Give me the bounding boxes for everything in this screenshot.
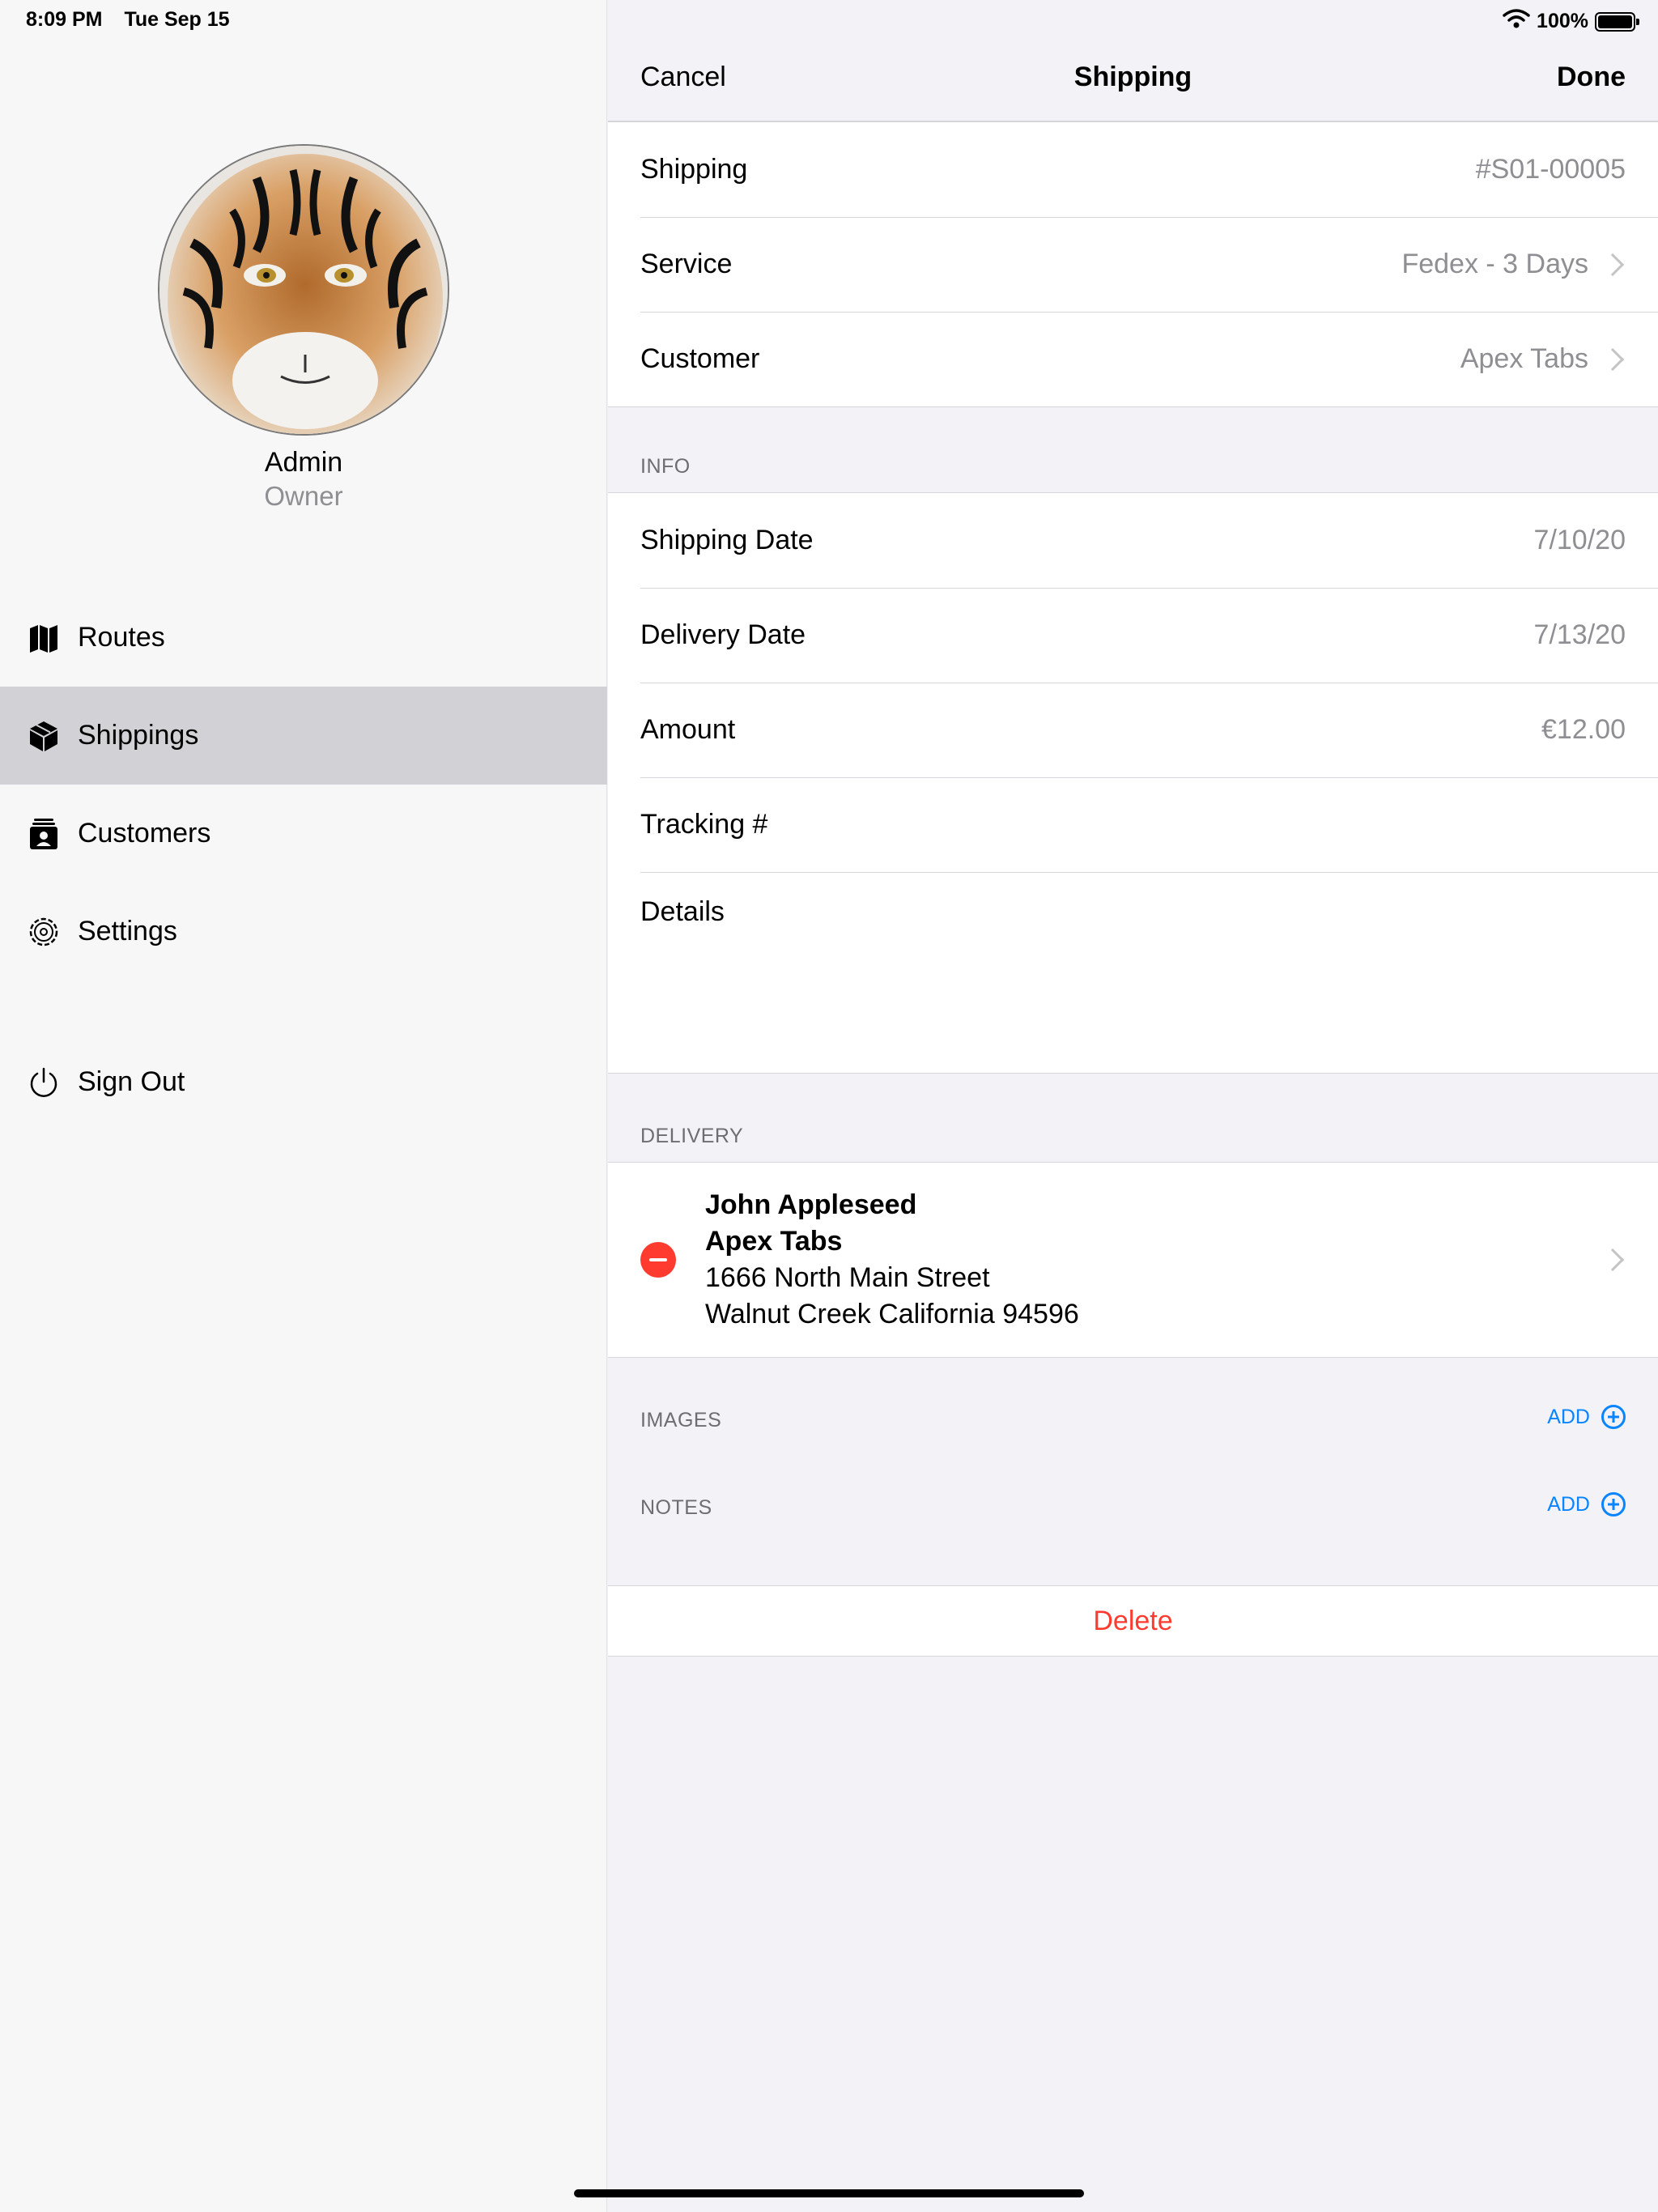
delivery-date-value: 7/13/20	[1533, 619, 1626, 650]
status-bar-right: 100%	[1503, 8, 1639, 35]
add-image-label: ADD	[1547, 1405, 1590, 1428]
delivery-street: 1666 North Main Street	[705, 1262, 990, 1293]
status-date: Tue Sep 15	[124, 8, 230, 31]
gear-icon	[26, 914, 62, 950]
sidebar-item-label: Shippings	[78, 720, 199, 751]
plus-circle-icon	[1601, 1492, 1626, 1516]
shipping-date-row[interactable]: Shipping Date 7/10/20	[608, 493, 1658, 588]
delivery-section-header: DELIVERY	[640, 1125, 744, 1147]
delivery-company: Apex Tabs	[705, 1226, 843, 1257]
delivery-address-row[interactable]: John Appleseed Apex Tabs 1666 North Main…	[608, 1163, 1658, 1357]
delivery-contact-name: John Appleseed	[705, 1189, 917, 1220]
sidebar-item-label: Customers	[78, 818, 211, 849]
sidebar-item-shippings[interactable]: Shippings	[0, 687, 607, 785]
done-button[interactable]: Done	[1557, 62, 1626, 93]
status-time: 8:09 PM	[26, 8, 103, 31]
shipping-date-value: 7/10/20	[1533, 525, 1626, 555]
tiger-avatar-image	[159, 146, 448, 434]
chevron-right-icon	[1601, 347, 1625, 371]
home-indicator[interactable]	[574, 2189, 1084, 2197]
row-label: Amount	[640, 714, 736, 745]
tracking-number-field[interactable]: Tracking #	[608, 777, 1658, 872]
chevron-right-icon	[1601, 1248, 1625, 1272]
remove-delivery-button[interactable]	[640, 1242, 676, 1278]
sign-out-button[interactable]: Sign Out	[0, 1033, 607, 1131]
box-icon	[26, 718, 62, 754]
add-note-label: ADD	[1547, 1492, 1590, 1516]
notes-section-header: NOTES	[640, 1496, 712, 1519]
sidebar-item-customers[interactable]: Customers	[0, 785, 607, 883]
power-icon	[26, 1065, 62, 1100]
plus-circle-icon	[1601, 1405, 1626, 1429]
summary-group: Shipping #S01-00005 Service Fedex - 3 Da…	[608, 121, 1658, 407]
delivery-group: John Appleseed Apex Tabs 1666 North Main…	[608, 1162, 1658, 1358]
avatar[interactable]	[158, 144, 449, 436]
row-label: Details	[640, 896, 725, 927]
add-note-button[interactable]: ADD	[1547, 1492, 1626, 1516]
info-section-header: INFO	[640, 455, 691, 478]
row-label: Tracking #	[640, 809, 768, 840]
info-group: Shipping Date 7/10/20 Delivery Date 7/13…	[608, 492, 1658, 1074]
sidebar-item-routes[interactable]: Routes	[0, 589, 607, 687]
sidebar-item-label: Sign Out	[78, 1066, 185, 1097]
page-title: Shipping	[1073, 62, 1192, 92]
sidebar-item-settings[interactable]: Settings	[0, 883, 607, 981]
shipping-number-row: Shipping #S01-00005	[608, 122, 1658, 217]
battery-percent: 100%	[1537, 10, 1588, 32]
row-label: Shipping Date	[640, 525, 814, 555]
delivery-city: Walnut Creek California 94596	[705, 1299, 1079, 1329]
sidebar: 8:09 PM Tue Sep 15 Admin Owner Routes Sh…	[0, 0, 607, 2212]
row-label: Delivery Date	[640, 619, 806, 650]
chevron-right-icon	[1601, 253, 1625, 276]
status-bar-left: 8:09 PM Tue Sep 15	[26, 8, 230, 32]
navigation-bar: Shipping Cancel Done	[608, 40, 1658, 121]
delivery-date-row[interactable]: Delivery Date 7/13/20	[608, 588, 1658, 683]
shipping-detail-pane: 100% Shipping Cancel Done Shipping #S01-…	[608, 0, 1658, 2212]
add-image-button[interactable]: ADD	[1547, 1405, 1626, 1429]
row-label: Service	[640, 249, 733, 279]
battery-icon	[1595, 11, 1639, 32]
details-textarea[interactable]: Details	[608, 872, 1658, 1073]
sidebar-item-label: Routes	[78, 622, 165, 653]
contact-card-icon	[26, 816, 62, 852]
map-icon	[26, 620, 62, 656]
delivery-address: John Appleseed Apex Tabs 1666 North Main…	[705, 1187, 1588, 1333]
customer-value: Apex Tabs	[1460, 343, 1588, 374]
row-label: Customer	[640, 343, 760, 374]
row-label: Shipping	[640, 154, 748, 185]
sidebar-item-label: Settings	[78, 916, 177, 946]
service-value: Fedex - 3 Days	[1401, 249, 1588, 279]
customer-row[interactable]: Customer Apex Tabs	[608, 312, 1658, 406]
delete-button[interactable]: Delete	[608, 1585, 1658, 1657]
service-row[interactable]: Service Fedex - 3 Days	[608, 217, 1658, 312]
images-section-header: IMAGES	[640, 1409, 722, 1431]
profile-name: Admin	[264, 447, 343, 478]
shipping-number-value: #S01-00005	[1475, 154, 1626, 185]
amount-row[interactable]: Amount €12.00	[608, 683, 1658, 777]
profile-role: Owner	[264, 481, 343, 511]
wifi-icon	[1503, 8, 1530, 35]
cancel-button[interactable]: Cancel	[640, 62, 726, 93]
amount-value: €12.00	[1541, 714, 1626, 745]
